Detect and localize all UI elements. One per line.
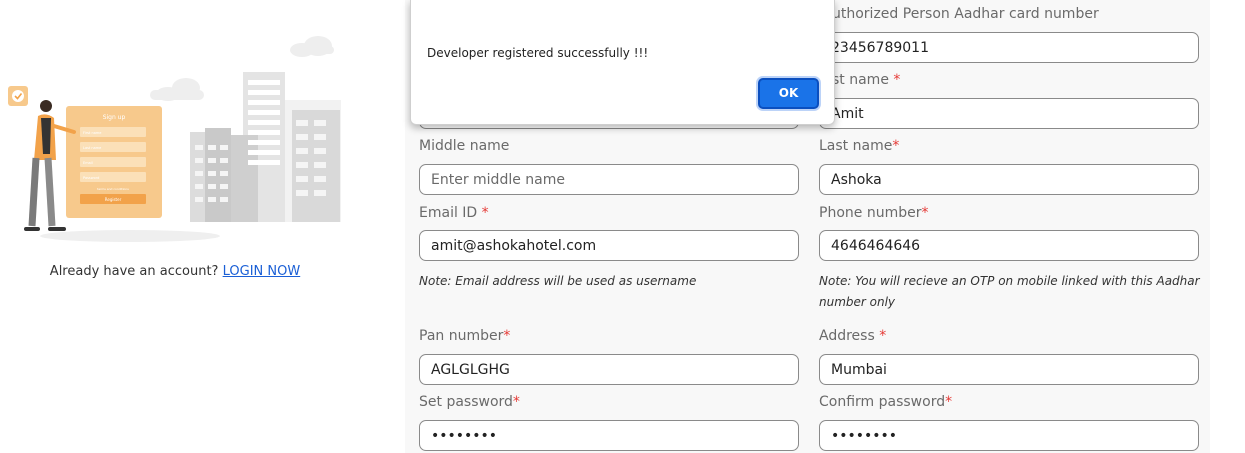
last-name-input[interactable]	[819, 164, 1199, 195]
pan-input[interactable]	[419, 354, 799, 385]
signup-illustration: Sign up First name Last name Email Passw…	[8, 36, 341, 242]
cloud-icon	[150, 36, 334, 101]
signup-card-field: Email	[83, 161, 93, 165]
password-label: Set password*	[419, 394, 520, 410]
address-input[interactable]	[819, 354, 1199, 385]
first-name-label: st name *	[832, 72, 901, 88]
signup-card-field: Password	[83, 176, 99, 180]
signup-card-field: Last name	[83, 146, 101, 150]
confirm-password-label: Confirm password*	[819, 394, 953, 410]
already-account-row: Already have an account? LOGIN NOW	[0, 264, 350, 279]
signup-card-register: Register	[105, 197, 122, 202]
first-name-input[interactable]	[819, 98, 1199, 129]
aadhar-label: uthorized Person Aadhar card number	[832, 6, 1099, 22]
phone-input[interactable]	[819, 230, 1199, 261]
email-note: Note: Email address will be used as user…	[419, 274, 697, 288]
email-label: Email ID *	[419, 205, 489, 221]
signup-card-title: Sign up	[103, 114, 126, 121]
email-input[interactable]	[419, 230, 799, 261]
alert-message: Developer registered successfully !!!	[427, 46, 649, 60]
password-input[interactable]	[419, 420, 799, 451]
phone-note: Note: You will recieve an OTP on mobile …	[819, 274, 1200, 309]
aadhar-input[interactable]	[819, 32, 1199, 63]
alert-ok-button[interactable]: OK	[758, 78, 819, 109]
middle-name-input[interactable]	[419, 164, 799, 195]
middle-name-label: Middle name	[419, 138, 510, 154]
pan-label: Pan number*	[419, 328, 511, 344]
signup-card-field: First name	[83, 131, 101, 135]
address-label: Address *	[819, 328, 887, 344]
check-badge-icon	[8, 86, 28, 106]
left-panel: Sign up First name Last name Email Passw…	[0, 0, 390, 453]
confirm-password-input[interactable]	[819, 420, 1199, 451]
alert-dialog: Developer registered successfully !!! OK	[410, 0, 835, 125]
login-now-link[interactable]: LOGIN NOW	[223, 264, 301, 279]
phone-label: Phone number*	[819, 205, 929, 221]
last-name-label: Last name*	[819, 138, 900, 154]
signup-card-terms: terms and conditions	[97, 187, 129, 191]
signup-card: Sign up First name Last name Email Passw…	[66, 106, 162, 218]
already-account-text: Already have an account?	[49, 264, 219, 279]
city-buildings	[190, 72, 341, 222]
